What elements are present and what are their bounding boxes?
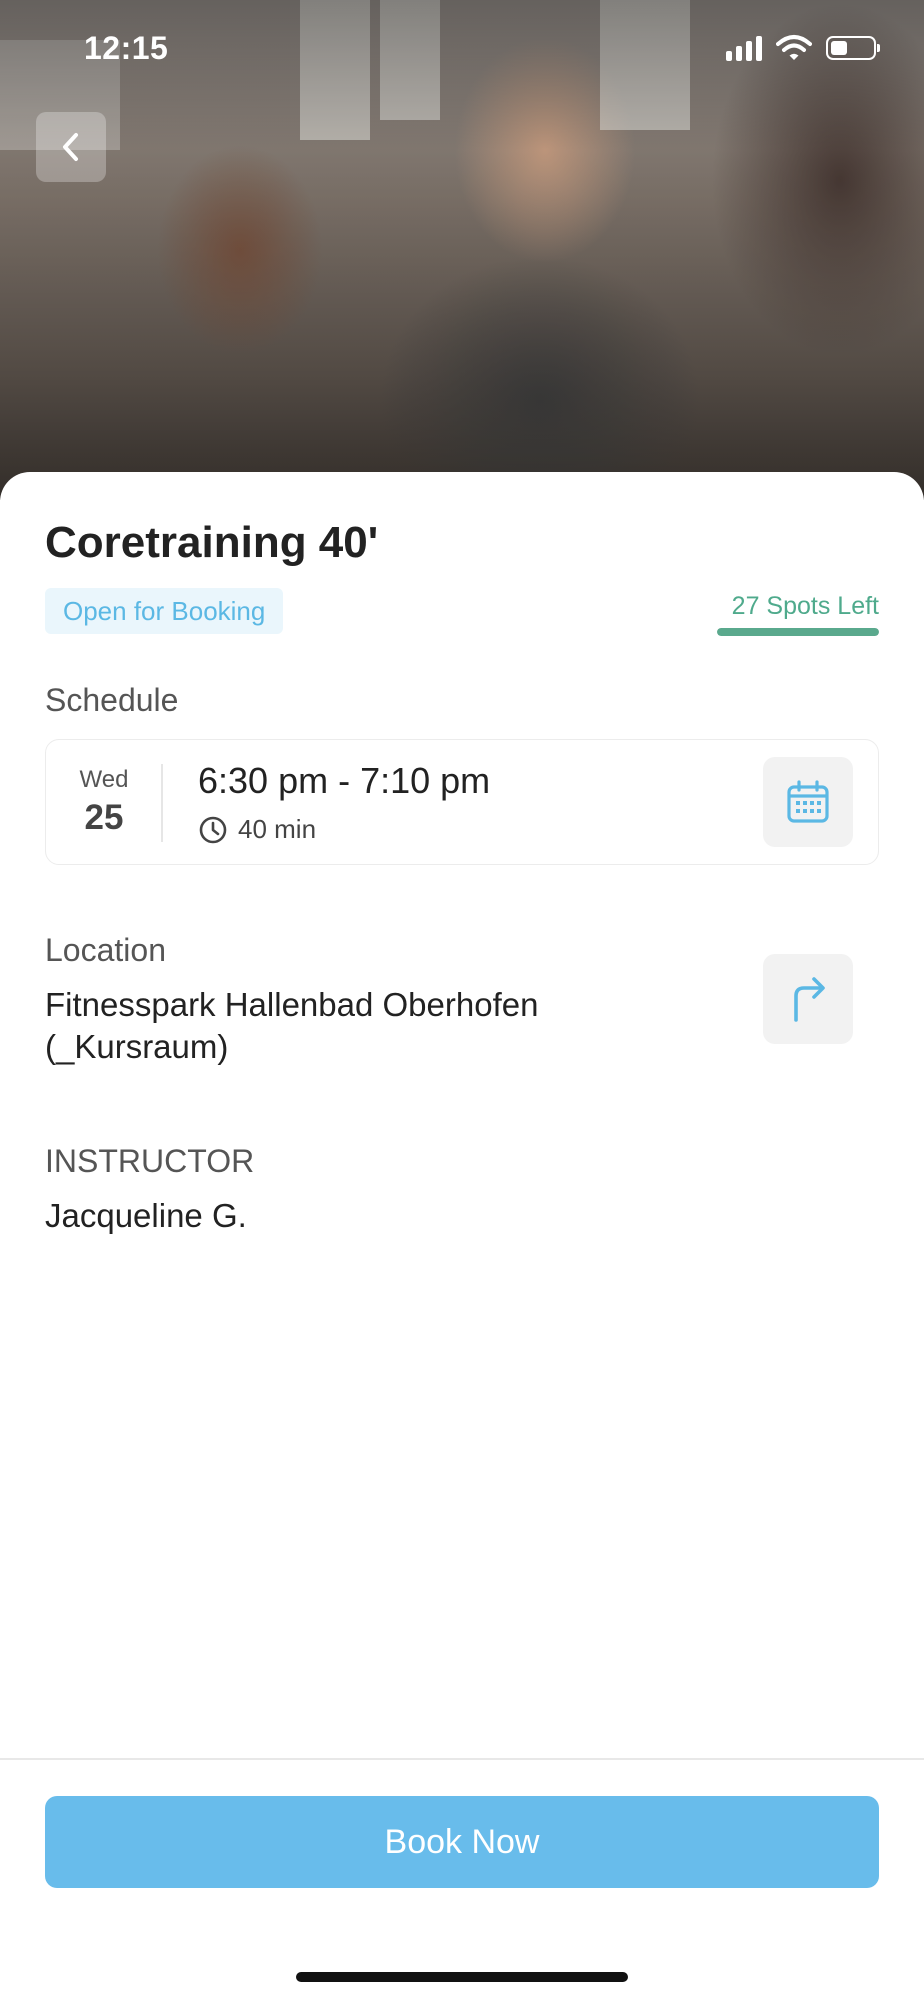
day-of-month: 25	[84, 798, 124, 837]
calendar-icon	[787, 780, 829, 823]
time-range: 6:30 pm - 7:10 pm	[198, 760, 491, 801]
book-now-button[interactable]: Book Now	[45, 1796, 879, 1888]
back-button[interactable]	[36, 112, 106, 182]
add-to-calendar-button[interactable]	[763, 757, 853, 847]
instructor-label: INSTRUCTOR	[45, 1143, 255, 1179]
location-room: (_Kursraum)	[45, 1028, 229, 1065]
home-indicator	[296, 1972, 628, 1982]
location-label: Location	[45, 932, 166, 968]
duration-text: 40 min	[238, 814, 317, 844]
status-time: 12:15	[84, 30, 169, 66]
booking-status-badge: Open for Booking	[45, 588, 284, 634]
wifi-icon	[776, 35, 812, 60]
schedule-label: Schedule	[45, 682, 179, 718]
spots-progress-fill	[717, 628, 879, 636]
directions-button[interactable]	[763, 954, 853, 1044]
date-divider	[161, 764, 163, 842]
battery-icon	[826, 36, 880, 60]
date-column: Wed 25	[46, 740, 162, 864]
hero-image	[0, 0, 924, 500]
clock-icon	[199, 816, 227, 843]
spots-progress-bar	[717, 628, 879, 636]
duration: 40 min	[198, 814, 316, 845]
schedule-card: Wed 25 6:30 pm - 7:10 pm 40 min	[45, 739, 879, 865]
day-of-week: Wed	[79, 766, 129, 793]
location-name: Fitnesspark Hallenbad Oberhofen	[45, 986, 539, 1023]
bottom-divider	[0, 1758, 924, 1760]
instructor-name: Jacqueline G.	[45, 1197, 247, 1234]
directions-arrow-icon	[794, 977, 825, 1022]
cellular-signal-icon	[726, 35, 762, 61]
class-title: Coretraining 40'	[45, 518, 379, 567]
chevron-left-icon	[63, 133, 78, 161]
spots-left-label: 27 Spots Left	[731, 592, 879, 620]
status-icons	[726, 34, 880, 62]
